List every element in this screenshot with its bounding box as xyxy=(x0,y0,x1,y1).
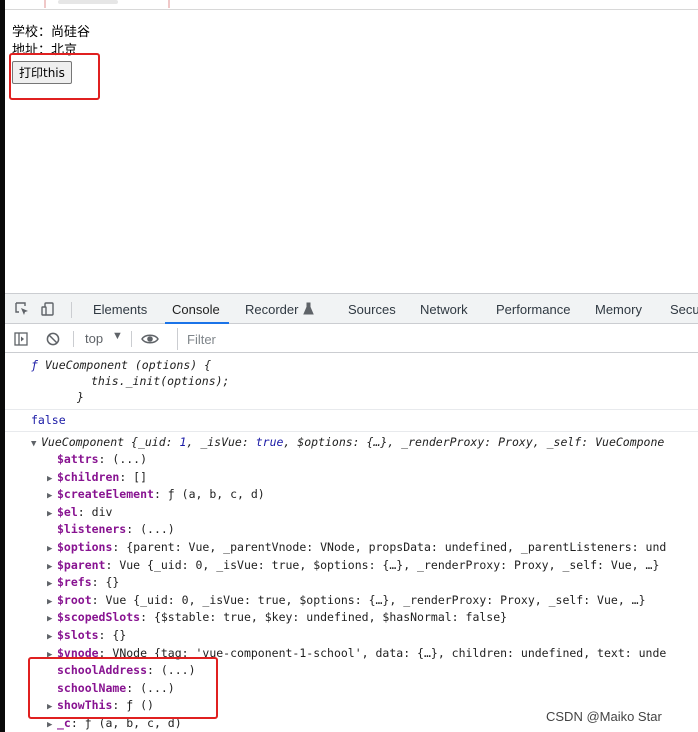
expand-triangle-icon[interactable]: ▶ xyxy=(47,559,57,576)
expand-triangle-icon[interactable]: ▶ xyxy=(47,611,57,628)
device-toolbar-icon[interactable] xyxy=(41,302,55,316)
property-row[interactable]: ▶ $options: {parent: Vue, _parentVnode: V… xyxy=(47,539,666,558)
property-row[interactable]: ▶ $el: div xyxy=(47,504,112,523)
property-separator: : xyxy=(105,557,120,572)
property-key: $scopedSlots xyxy=(57,610,141,625)
expand-triangle-icon[interactable]: ▶ xyxy=(47,629,57,646)
browser-tab-fill xyxy=(58,0,118,4)
property-value: {$stable: true, $key: undefined, $hasNor… xyxy=(153,610,508,625)
filter-placeholder: Filter xyxy=(187,332,216,347)
property-value: Vue {_uid: 0, _isVue: true, $options: {…… xyxy=(119,557,660,572)
property-value: {parent: Vue, _parentVnode: VNode, props… xyxy=(126,540,667,554)
tab-console[interactable]: Console xyxy=(172,302,220,317)
property-key: $attrs xyxy=(57,452,99,466)
toolbar-separator xyxy=(71,302,72,318)
tab-memory[interactable]: Memory xyxy=(595,302,642,317)
active-tab-underline xyxy=(165,322,229,324)
filter-input[interactable]: Filter xyxy=(177,328,698,350)
tab-network[interactable]: Network xyxy=(420,302,468,317)
highlight-box-button xyxy=(9,53,100,100)
tab-performance[interactable]: Performance xyxy=(496,302,570,317)
property-value: [] xyxy=(133,469,148,484)
highlight-box-props xyxy=(28,657,218,719)
property-value: (...) xyxy=(140,522,175,537)
school-line: 学校：尚硅谷 xyxy=(12,25,91,40)
property-value: Vue {_uid: 0, _isVue: true, $options: {…… xyxy=(105,592,646,607)
console-toolbar: top ▼ Filter xyxy=(5,325,698,353)
property-key: $parent xyxy=(57,557,106,572)
console-message-false[interactable]: false xyxy=(5,410,698,432)
property-row[interactable]: ▶ $children: [] xyxy=(47,469,147,488)
expand-triangle-icon[interactable]: ▶ xyxy=(47,506,57,523)
property-separator: : xyxy=(119,469,134,484)
sidebar-toggle-icon[interactable] xyxy=(14,332,28,346)
fn-close-line: } xyxy=(77,390,84,404)
property-key: $refs xyxy=(57,575,92,590)
false-value: false xyxy=(31,413,66,427)
property-row[interactable]: $listeners: (...) xyxy=(47,521,175,540)
top-divider xyxy=(5,9,698,10)
property-row[interactable]: $attrs: (...) xyxy=(47,451,147,470)
eye-icon[interactable] xyxy=(141,333,159,345)
property-value: {} xyxy=(105,575,120,590)
property-key: $el xyxy=(57,504,78,519)
property-key: $root xyxy=(57,592,92,607)
property-separator: : xyxy=(77,504,92,519)
property-row[interactable]: ▶ $scopedSlots: {$stable: true, $key: und… xyxy=(47,609,507,628)
chevron-down-icon[interactable]: ▼ xyxy=(112,330,123,342)
clear-console-icon[interactable] xyxy=(46,332,60,346)
tab-recorder[interactable]: Recorder xyxy=(245,302,298,317)
property-row[interactable]: ▶ $slots: {} xyxy=(47,627,126,646)
property-row[interactable]: ▶ $createElement: ƒ (a, b, c, d) xyxy=(47,486,265,505)
expand-triangle-icon[interactable]: ▶ xyxy=(47,541,57,558)
inspect-element-icon[interactable] xyxy=(15,302,29,316)
property-separator: : xyxy=(153,487,168,502)
property-separator: : xyxy=(140,610,154,625)
expand-triangle-icon[interactable]: ▼ xyxy=(31,436,41,453)
expand-triangle-icon[interactable]: ▶ xyxy=(47,471,57,488)
expand-triangle-icon[interactable]: ▶ xyxy=(47,576,57,593)
property-key: $options xyxy=(57,540,113,554)
property-key: $children xyxy=(57,469,120,484)
property-key: $createElement xyxy=(57,487,154,502)
property-separator: : xyxy=(91,592,106,607)
property-value: div xyxy=(91,504,113,519)
property-separator: : xyxy=(91,575,106,590)
watermark: CSDN @Maiko Star xyxy=(546,709,662,724)
property-separator: : xyxy=(126,522,141,537)
tab-sources[interactable]: Sources xyxy=(348,302,396,317)
property-key: $slots xyxy=(57,628,99,642)
toolbar-separator xyxy=(73,331,74,347)
devtools-toolbar: Elements Console Recorder Sources Networ… xyxy=(5,293,698,324)
property-row[interactable]: ▶ $root: Vue {_uid: 0, _isVue: true, $opt… xyxy=(47,592,646,611)
console-message-function[interactable]: ƒ VueComponent (options) { this._init(op… xyxy=(5,354,698,410)
property-value: {} xyxy=(112,628,127,642)
property-separator: : xyxy=(98,452,113,466)
expand-triangle-icon[interactable]: ▶ xyxy=(47,717,57,732)
expand-triangle-icon[interactable]: ▶ xyxy=(47,594,57,611)
toolbar-separator xyxy=(131,331,132,347)
property-row[interactable]: ▶ $refs: {} xyxy=(47,574,119,593)
fn-signature-line: ƒ VueComponent (options) { xyxy=(31,358,212,372)
property-value: (...) xyxy=(112,452,148,466)
fn-body-line: this._init(options); xyxy=(91,374,230,388)
tab-security[interactable]: Secu xyxy=(670,302,698,317)
expand-triangle-icon[interactable]: ▶ xyxy=(47,488,57,505)
property-separator: : xyxy=(98,628,113,642)
property-separator: : xyxy=(112,540,127,554)
flask-icon xyxy=(303,302,314,315)
property-row[interactable]: ▶ $parent: Vue {_uid: 0, _isVue: true, $o… xyxy=(47,557,659,576)
property-value: ƒ (a, b, c, d) xyxy=(167,487,265,502)
property-key: $listeners xyxy=(57,522,127,537)
tab-elements[interactable]: Elements xyxy=(93,302,147,317)
context-select[interactable]: top xyxy=(85,331,103,346)
